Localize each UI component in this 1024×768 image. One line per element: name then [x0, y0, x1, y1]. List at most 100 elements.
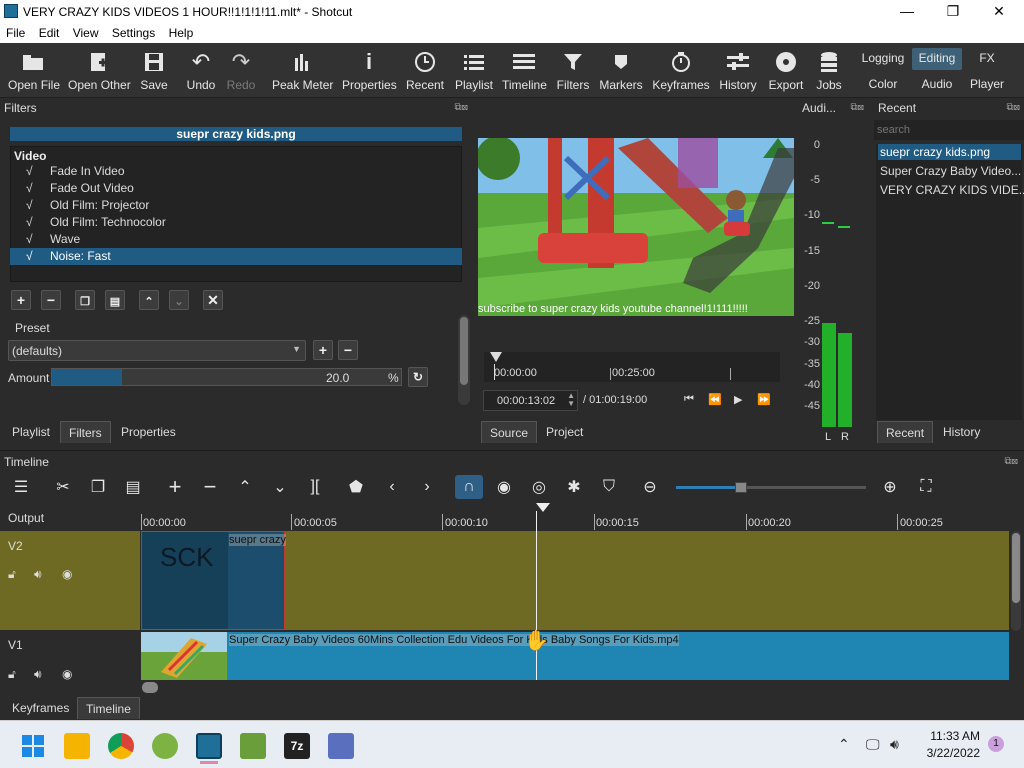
clip-v1[interactable]: Super Crazy Baby Videos 60Mins Collectio…: [141, 632, 1009, 680]
timeline-playhead-handle[interactable]: [536, 503, 550, 512]
move-filter-down-button[interactable]: ⌄: [169, 290, 189, 310]
clock-time[interactable]: 11:33 AM: [920, 729, 980, 743]
scrub-toggle[interactable]: ◉: [491, 475, 517, 499]
workspace-logging[interactable]: Logging: [860, 49, 906, 69]
tab-filters[interactable]: Filters: [60, 421, 111, 443]
track-header-v2[interactable]: V2 🔓︎ 🔊︎ ◉: [0, 531, 140, 630]
tab-playlist[interactable]: Playlist: [4, 421, 59, 443]
workspace-color[interactable]: Color: [862, 77, 904, 91]
chrome-icon[interactable]: [108, 733, 134, 759]
append-button[interactable]: +: [162, 474, 188, 499]
workspace-audio[interactable]: Audio: [916, 77, 958, 91]
keyframes-button[interactable]: Keyframes: [652, 49, 710, 92]
properties-button[interactable]: i Properties: [342, 49, 397, 92]
move-filter-up-button[interactable]: ⌃: [139, 290, 159, 310]
ripple-toggle[interactable]: ◎: [526, 475, 552, 499]
tray-chevron-up-icon[interactable]: ⌃: [838, 736, 850, 753]
filter-check[interactable]: √: [26, 163, 33, 180]
timeline-playhead[interactable]: [536, 511, 537, 680]
play-button[interactable]: ▶: [734, 393, 742, 406]
cut-button[interactable]: ✂: [50, 475, 76, 499]
peak-meter-button[interactable]: Peak Meter: [272, 49, 333, 92]
tab-project[interactable]: Project: [538, 421, 592, 443]
filter-item-selected[interactable]: √ Noise: Fast: [10, 248, 462, 265]
open-other-button[interactable]: Open Other: [68, 49, 131, 92]
copy-button[interactable]: ❐: [85, 475, 111, 499]
preset-select[interactable]: (defaults) ▼: [8, 340, 306, 361]
filter-check[interactable]: √: [26, 231, 33, 248]
close-button[interactable]: ✕: [976, 0, 1022, 23]
recent-search-input[interactable]: [874, 120, 1024, 140]
filter-item[interactable]: √ Old Film: Projector: [10, 197, 462, 214]
position-timecode-field[interactable]: 00:00:13:02 ▲ ▼: [483, 390, 578, 411]
ripple-markers-toggle[interactable]: ⛉: [596, 475, 622, 499]
minimize-button[interactable]: —: [884, 0, 930, 23]
app-icon-blue[interactable]: [328, 733, 354, 759]
recent-item[interactable]: Super Crazy Baby Video...: [880, 164, 1021, 178]
paste-button[interactable]: ▤: [120, 475, 146, 499]
tab-source[interactable]: Source: [481, 421, 538, 443]
filter-check[interactable]: √: [26, 197, 33, 214]
add-marker-button[interactable]: ⬟: [343, 475, 369, 499]
lock-icon[interactable]: 🔓︎: [8, 667, 16, 682]
speaker-icon[interactable]: 🔊︎: [34, 667, 42, 682]
timeline-menu-button[interactable]: ☰: [8, 475, 34, 499]
amount-slider[interactable]: 20.0 %: [51, 368, 402, 386]
filter-check[interactable]: √: [26, 248, 33, 265]
snap-toggle[interactable]: ∩: [455, 475, 483, 499]
recent-item[interactable]: VERY CRAZY KIDS VIDE...: [880, 183, 1024, 197]
spin-arrows-icon[interactable]: ▲ ▼: [567, 392, 575, 408]
tab-properties[interactable]: Properties: [113, 421, 184, 443]
timeline-button[interactable]: Timeline: [502, 49, 547, 92]
timeline-vertical-scrollbar[interactable]: [1011, 531, 1021, 631]
7zip-icon[interactable]: 7z: [284, 733, 310, 759]
dock-buttons-icon[interactable]: ⧉⊠: [444, 102, 469, 114]
notepad-icon[interactable]: [240, 733, 266, 759]
player-scrubber[interactable]: 00:00:00 00:25:00: [484, 352, 780, 382]
eye-icon[interactable]: ◉: [62, 667, 72, 681]
filter-check[interactable]: √: [26, 180, 33, 197]
export-button[interactable]: Export: [766, 49, 806, 92]
reset-amount-button[interactable]: ↻: [408, 367, 428, 387]
split-button[interactable]: ][: [302, 475, 328, 499]
undo-button[interactable]: ↶ Undo: [184, 49, 218, 92]
dock-buttons-icon[interactable]: ⧉⊠: [840, 102, 865, 114]
add-filter-button[interactable]: +: [11, 290, 31, 310]
playlist-button[interactable]: Playlist: [454, 49, 494, 92]
eye-icon[interactable]: ◉: [62, 567, 72, 581]
zoom-slider[interactable]: [676, 482, 866, 493]
zoom-out-button[interactable]: ⊖: [637, 475, 663, 499]
dock-buttons-icon[interactable]: ⧉⊠: [994, 456, 1019, 468]
track-header-v1[interactable]: V1 🔓︎ 🔊︎ ◉: [0, 632, 140, 682]
tab-timeline[interactable]: Timeline: [77, 697, 140, 719]
menu-file[interactable]: File: [0, 23, 29, 40]
delete-preset-button[interactable]: −: [338, 340, 358, 360]
fast-forward-button[interactable]: ⏩: [757, 393, 771, 406]
filter-item[interactable]: √ Old Film: Technocolor: [10, 214, 462, 231]
filter-item[interactable]: √ Wave: [10, 231, 462, 248]
tab-keyframes[interactable]: Keyframes: [4, 697, 78, 719]
recent-item-selected[interactable]: suepr crazy kids.png: [878, 144, 1021, 160]
workspace-editing[interactable]: Editing: [912, 48, 962, 70]
lift-button[interactable]: ⌃: [232, 475, 258, 499]
next-marker-button[interactable]: ›: [414, 475, 440, 499]
file-explorer-icon[interactable]: [64, 733, 90, 759]
remove-filter-button[interactable]: −: [41, 290, 61, 310]
tab-recent[interactable]: Recent: [877, 421, 934, 443]
menu-help[interactable]: Help: [163, 23, 198, 40]
shotcut-taskbar-icon[interactable]: [196, 733, 222, 759]
video-preview[interactable]: subscribe to super crazy kids youtube ch…: [478, 138, 794, 316]
jobs-button[interactable]: Jobs: [812, 49, 846, 92]
scrollbar-handle[interactable]: [1012, 533, 1020, 603]
app-icon-green[interactable]: [152, 733, 178, 759]
zoom-fit-button[interactable]: ⛶: [913, 475, 939, 499]
ripple-delete-button[interactable]: −: [197, 474, 223, 499]
ripple-all-tracks-toggle[interactable]: ✱: [561, 475, 587, 499]
lock-icon[interactable]: 🔓︎: [8, 567, 16, 582]
open-file-button[interactable]: Open File: [8, 49, 60, 92]
filter-check[interactable]: √: [26, 214, 33, 231]
filters-button[interactable]: Filters: [554, 49, 592, 92]
overwrite-button[interactable]: ⌄: [267, 475, 293, 499]
recent-button[interactable]: Recent: [404, 49, 446, 92]
speaker-icon[interactable]: 🔊︎: [34, 567, 42, 582]
